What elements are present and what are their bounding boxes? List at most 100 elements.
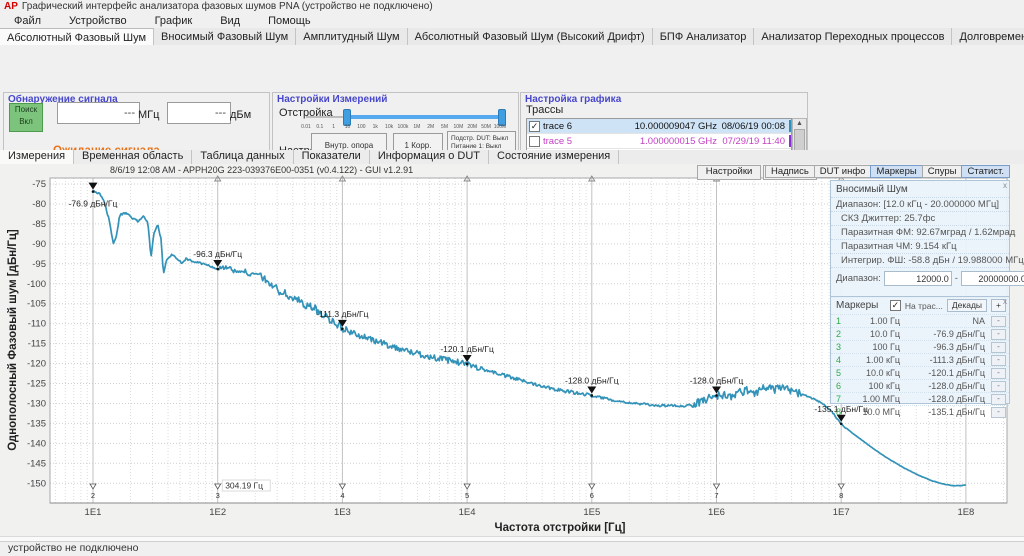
control-panels: Обнаружение сигнала Поиск Вкл --- МГц --… [0,45,1024,148]
application-window: APГрафический интерфейс анализатора фазо… [0,0,1024,555]
marker-remove-button[interactable]: - [991,329,1006,340]
stats-line-3: Паразитная ФМ: 92.67мград / 1.62мрад [831,225,1009,239]
decades-button[interactable]: Декады [947,299,987,312]
on-trace-label: На трас... [905,301,943,311]
marker-point [715,394,718,397]
main-tab-5[interactable]: БПФ Анализатор [653,28,755,45]
marker-number: 7 [836,394,848,404]
sub-tab-2[interactable]: Временная область [74,150,192,164]
main-tab-2[interactable]: Вносимый Фазовый Шум [154,28,296,45]
marker-remove-button[interactable]: - [991,407,1006,418]
toggle-1[interactable]: Надпись [765,165,815,178]
main-tab-bar: Абсолютный Фазовый ШумВносимый Фазовый Ш… [0,28,1024,46]
toggle-3[interactable]: Маркеры [870,165,922,178]
sub-tab-4[interactable]: Показатели [294,150,370,164]
sub-tab-6[interactable]: Состояние измерения [489,150,619,164]
x-tick-label: 1E7 [833,507,850,518]
trace-row[interactable]: trace 51.000000015 GHz07/29/19 11:40 [527,134,791,149]
sub-tab-5[interactable]: Информация о DUT [370,150,489,164]
slider-tick-100: 100 [354,124,368,131]
trace-frequency: 1.000000015 GHz [589,136,717,147]
x-tick-label: 1E1 [85,507,102,518]
main-tab-3[interactable]: Амплитудный Шум [296,28,407,45]
menu-item-1[interactable]: Файл [0,14,55,28]
main-tab-6[interactable]: Анализатор Переходных процессов [754,28,952,45]
x-tick-label: 1E8 [957,507,974,518]
y-tick-label: -150 [27,478,46,489]
menu-item-2[interactable]: Устройство [55,14,141,28]
on-trace-checkbox[interactable]: ✓ [890,300,901,311]
power-field[interactable]: --- [167,102,231,124]
status-text: устройство не подключено [8,542,138,554]
marker-frequency: 1.00 МГц [848,394,900,404]
frequency-unit-label: МГц [138,109,159,121]
marker-remove-button[interactable]: - [991,342,1006,353]
marker-frequency: 10.0 МГц [848,407,900,417]
toggle-4[interactable]: Спуры [922,165,963,178]
main-tab-1[interactable]: Абсолютный Фазовый Шум [0,28,154,45]
stats-close-icon[interactable]: x [1003,181,1007,190]
slider-tick-0.01: 0.01 [299,124,313,131]
search-on-button[interactable]: Поиск Вкл [9,103,43,132]
marker-point [92,190,95,193]
marker-value: -135.1 дБн/Гц [900,407,991,417]
marker-number: 6 [836,381,848,391]
marker-row: 210.0 Гц-76.9 дБн/Гц- [831,327,1009,340]
marker-value: -128.0 дБн/Гц [900,394,991,404]
stats-lines: Диапазон: [12.0 кГц - 20.000000 МГц]СКЗ … [831,197,1009,267]
menu-item-5[interactable]: Помощь [254,14,325,28]
trace-name: trace 5 [543,136,589,147]
slider-tick-5M: 5M [438,124,452,131]
bottom-marker-number: 7 [714,491,718,500]
main-tab-4[interactable]: Абсолютный Фазовый Шум (Высокий Дрифт) [408,28,653,45]
x-tick-label: 1E4 [459,507,476,518]
trace-row[interactable]: ✓trace 610.000009047 GHz08/06/19 00:08 [527,119,791,134]
toggle-5[interactable]: Статист. [961,165,1010,178]
trace-checkbox[interactable] [529,136,540,147]
range-to-input[interactable] [961,271,1024,286]
markers-panel-title: Маркеры [836,300,878,311]
bottom-marker-number: 8 [839,491,843,500]
marker-annotation: -76.9 дБн/Гц [69,199,118,209]
marker-value: -120.1 дБн/Гц [900,368,991,378]
scroll-up-icon[interactable]: ▲ [793,119,806,128]
marker-row: 6100 кГц-128.0 дБн/Гц- [831,379,1009,392]
marker-remove-button[interactable]: - [991,368,1006,379]
measurement-settings-title: Настройки Измерений [277,94,387,105]
x-tick-label: 1E5 [583,507,600,518]
stats-range-row: Диапазон: - [831,267,1009,286]
marker-remove-button[interactable]: - [991,381,1006,392]
sub-tab-1[interactable]: Измерения [0,150,74,164]
marker-annotation: -120.1 дБн/Гц [440,344,494,354]
slider-tick-10: 10 [341,124,355,131]
x-tick-label: 1E2 [209,507,226,518]
sub-tab-3[interactable]: Таблица данных [192,150,293,164]
y-tick-label: -100 [27,279,46,290]
menu-item-3[interactable]: График [141,14,207,28]
markers-panel-header: Маркеры ✓ На трас... Декады + [831,297,1009,314]
marker-point [466,363,469,366]
y-tick-label: -75 [32,179,46,190]
trace-checkbox[interactable]: ✓ [529,121,540,132]
y-tick-label: -85 [32,219,46,230]
marker-number: 5 [836,368,848,378]
marker-remove-button[interactable]: - [991,355,1006,366]
range-from-input[interactable] [884,271,952,286]
main-tab-7[interactable]: Долговременная стабильность [952,28,1024,45]
marker-frequency: 100 Гц [848,342,900,352]
markers-close-icon[interactable]: x [1003,297,1007,306]
menu-item-4[interactable]: Вид [206,14,254,28]
marker-value: -96.3 дБн/Гц [900,342,991,352]
chart-settings-button[interactable]: Настройки [697,165,761,180]
y-tick-label: -105 [27,299,46,310]
markers-panel: x Маркеры ✓ На трас... Декады + 11.00 Гц… [830,296,1010,404]
marker-row: 11.00 ГцNA- [831,314,1009,327]
marker-remove-button[interactable]: - [991,316,1006,327]
marker-frequency: 10.0 кГц [848,368,900,378]
stats-line-5: Интегрир. ФШ: -58.8 дБн / 19.988000 МГц [831,253,1009,267]
toggle-2[interactable]: DUT инфо [814,165,872,178]
marker-remove-button[interactable]: - [991,394,1006,405]
app-logo: AP [4,1,18,12]
y-tick-label: -115 [28,339,46,350]
frequency-field[interactable]: --- [57,102,140,124]
